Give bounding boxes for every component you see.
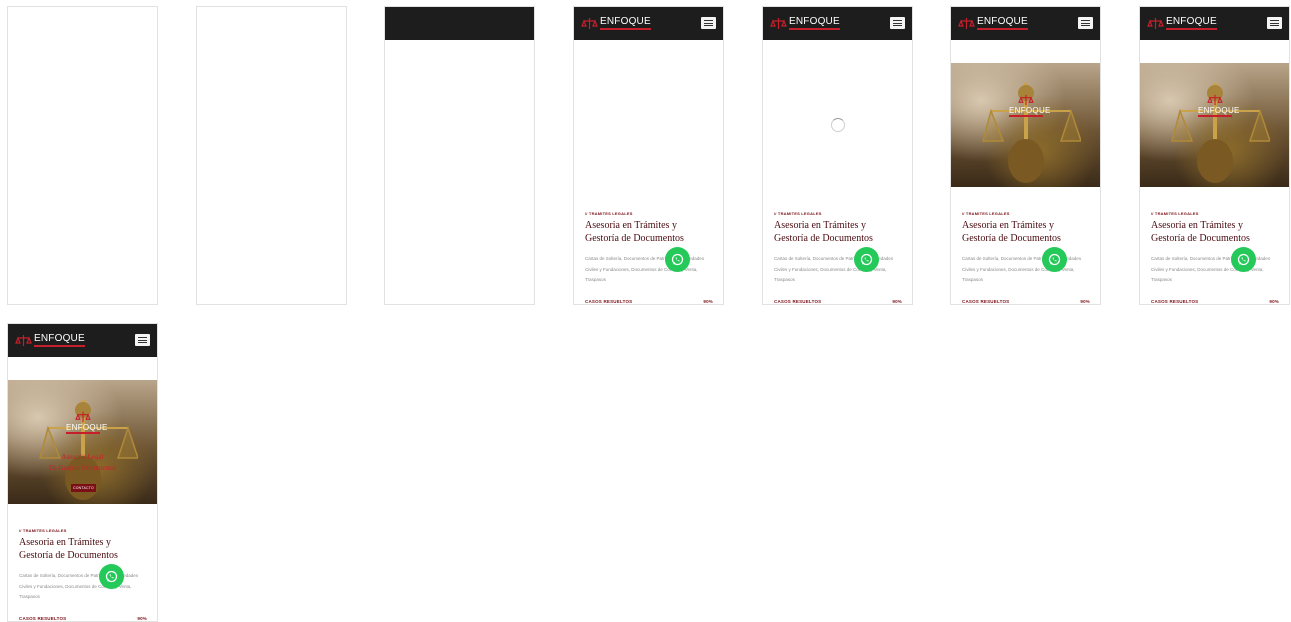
screenshot-frame-5-loading: ENFOQUE // TRAMITES LEGALES Asesoria en … (762, 6, 913, 305)
whatsapp-icon (105, 570, 118, 583)
hero-tagline-1: Asesoría Legal (61, 453, 104, 461)
stats-row: CASOS RESUELTOS 90% (585, 299, 713, 304)
hamburger-menu-icon[interactable] (701, 17, 716, 29)
logo-text: ENFOQUE (977, 16, 1028, 30)
site-header: ENFOQUE (8, 324, 157, 357)
site-header (385, 7, 534, 40)
legal-services-section: // TRAMITES LEGALES Asesoria en Trámites… (585, 211, 713, 286)
screenshot-frame-6-hero: ENFOQUE ENFOQUE // TRAMITES LEGALES Ases… (950, 6, 1101, 305)
section-description: Cartas de Soltería, Documentos de Patrim… (19, 573, 139, 599)
whatsapp-button[interactable] (665, 247, 690, 272)
logo-text: ENFOQUE (600, 16, 651, 30)
stats-value: 90% (1269, 299, 1279, 304)
hamburger-menu-icon[interactable] (1267, 17, 1282, 29)
hero-logo: ENFOQUE (66, 410, 108, 434)
hamburger-menu-icon[interactable] (890, 17, 905, 29)
logo-text: ENFOQUE (1166, 16, 1217, 30)
justice-scale-logo-icon (15, 334, 32, 347)
legal-services-section: // TRAMITES LEGALES Asesoria en Trámites… (774, 211, 902, 286)
section-kicker: // TRAMITES LEGALES (774, 211, 822, 216)
site-header: ENFOQUE (763, 7, 912, 40)
section-title: Asesoria en Trámites y Gestoría de Docum… (585, 220, 684, 244)
section-title: Asesoria en Trámites y Gestoría de Docum… (19, 537, 118, 561)
whatsapp-icon (1237, 253, 1250, 266)
stats-label: CASOS RESUELTOS (774, 299, 822, 304)
section-title: Asesoria en Trámites y Gestoría de Docum… (1151, 220, 1250, 244)
whatsapp-icon (1048, 253, 1061, 266)
screenshot-frame-7-hero: ENFOQUE ENFOQUE // TRAMITES LEGALES Ases… (1139, 6, 1290, 305)
whatsapp-button[interactable] (1042, 247, 1067, 272)
stats-value: 90% (137, 616, 147, 621)
stats-row: CASOS RESUELTOS 90% (962, 299, 1090, 304)
hero-banner: ENFOQUE (951, 63, 1100, 187)
hero-logo: ENFOQUE (1198, 93, 1240, 117)
hero-logo-text: ENFOQUE (1198, 106, 1240, 117)
site-header: ENFOQUE (1140, 7, 1289, 40)
justice-scale-logo-icon (74, 410, 92, 423)
loading-spinner-icon (831, 118, 845, 132)
screenshot-frame-1-blank (7, 6, 158, 305)
section-title: Asesoria en Trámites y Gestoría de Docum… (774, 220, 873, 244)
hero-banner: ENFOQUE Asesoría Legal En Gestión Docume… (8, 380, 157, 504)
site-logo[interactable]: ENFOQUE (958, 15, 1028, 31)
hamburger-menu-icon[interactable] (1078, 17, 1093, 29)
section-description: Cartas de Soltería, Documentos de Patrim… (1151, 256, 1271, 282)
stats-value: 90% (703, 299, 713, 304)
stats-label: CASOS RESUELTOS (962, 299, 1010, 304)
hero-logo-text: ENFOQUE (1009, 106, 1051, 117)
site-logo[interactable]: ENFOQUE (1147, 15, 1217, 31)
section-description: Cartas de Soltería, Documentos de Patrim… (962, 256, 1082, 282)
screenshot-frame-2-blank (196, 6, 347, 305)
justice-scale-logo-icon (958, 17, 975, 30)
section-kicker: // TRAMITES LEGALES (585, 211, 633, 216)
section-title: Asesoria en Trámites y Gestoría de Docum… (962, 220, 1061, 244)
site-header: ENFOQUE (574, 7, 723, 40)
whatsapp-button[interactable] (1231, 247, 1256, 272)
section-description: Cartas de Soltería, Documentos de Patrim… (585, 256, 705, 282)
whatsapp-icon (671, 253, 684, 266)
justice-scale-logo-icon (1147, 17, 1164, 30)
stats-value: 90% (892, 299, 902, 304)
hero-logo-text: ENFOQUE (66, 423, 108, 434)
justice-scale-logo-icon (1017, 93, 1035, 106)
logo-text: ENFOQUE (34, 333, 85, 347)
screenshot-frame-8-hero-overlay: ENFOQUE ENFOQUE Asesoría Legal En Gestió… (7, 323, 158, 622)
site-header: ENFOQUE (951, 7, 1100, 40)
contact-button[interactable]: CONTACTO (71, 484, 96, 492)
stats-row: CASOS RESUELTOS 90% (774, 299, 902, 304)
whatsapp-button[interactable] (854, 247, 879, 272)
section-description: Cartas de Soltería, Documentos de Patrim… (774, 256, 894, 282)
site-logo[interactable]: ENFOQUE (15, 332, 85, 348)
section-kicker: // TRAMITES LEGALES (962, 211, 1010, 216)
legal-services-section: // TRAMITES LEGALES Asesoria en Trámites… (962, 211, 1090, 286)
justice-scale-logo-icon (770, 17, 787, 30)
hamburger-menu-icon[interactable] (135, 334, 150, 346)
stats-row: CASOS RESUELTOS 90% (19, 616, 147, 621)
section-kicker: // TRAMITES LEGALES (1151, 211, 1199, 216)
whatsapp-button[interactable] (99, 564, 124, 589)
stats-label: CASOS RESUELTOS (19, 616, 67, 621)
screenshot-frame-3-header (384, 6, 535, 305)
justice-statue-image (1171, 83, 1270, 183)
legal-services-section: // TRAMITES LEGALES Asesoria en Trámites… (1151, 211, 1279, 286)
justice-scale-logo-icon (1206, 93, 1224, 106)
hero-logo: ENFOQUE (1009, 93, 1051, 117)
hero-tagline-2: En Gestión Documental (48, 464, 117, 472)
hero-banner: ENFOQUE (1140, 63, 1289, 187)
site-logo[interactable]: ENFOQUE (770, 15, 840, 31)
stats-value: 90% (1080, 299, 1090, 304)
logo-text: ENFOQUE (789, 16, 840, 30)
section-kicker: // TRAMITES LEGALES (19, 528, 67, 533)
site-logo[interactable]: ENFOQUE (581, 15, 651, 31)
whatsapp-icon (860, 253, 873, 266)
justice-scale-logo-icon (581, 17, 598, 30)
stats-label: CASOS RESUELTOS (585, 299, 633, 304)
stats-row: CASOS RESUELTOS 90% (1151, 299, 1279, 304)
legal-services-section: // TRAMITES LEGALES Asesoria en Trámites… (19, 528, 147, 603)
screenshot-frame-4: ENFOQUE // TRAMITES LEGALES Asesoria en … (573, 6, 724, 305)
justice-statue-image (982, 83, 1081, 183)
stats-label: CASOS RESUELTOS (1151, 299, 1199, 304)
